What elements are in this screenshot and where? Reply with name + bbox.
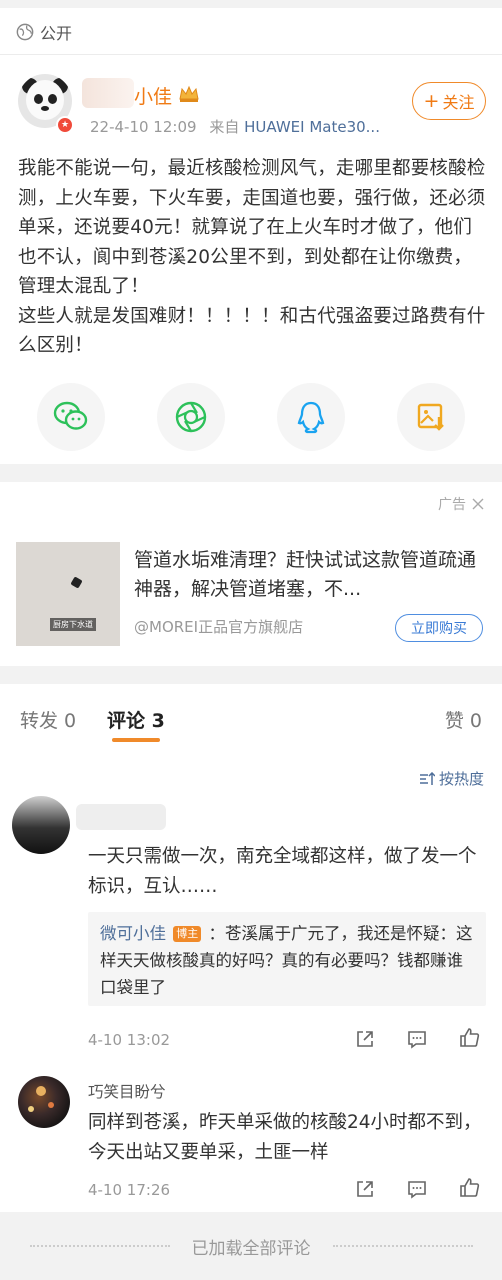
sort-icon [419,771,435,785]
author-reply[interactable]: 微可小佳 博主 ：苍溪属于广元了，我还是怀疑：这样天天做核酸真的好吗？真的有必要… [88,912,486,1006]
blogger-badge: 博主 [173,926,202,942]
ad-label: 广告 [438,497,466,513]
top-strip [0,0,502,8]
sort-label: 按热度 [438,770,484,788]
crown-icon [179,85,199,102]
comment-avatar[interactable] [18,1076,70,1128]
save-image-icon [417,403,444,431]
like-icon[interactable] [458,1026,480,1048]
post-time: 22-4-10 12:09 [90,118,197,136]
comment-text: 一天只需做一次，南充全域都这样，做了发一个标识，互认…… [88,846,477,897]
divider [0,54,502,55]
share-icon[interactable] [354,1028,376,1050]
buy-now-button[interactable]: 立即购买 [395,614,483,642]
comment-text: 同样到苍溪，昨天单采做的核酸24小时都不到，今天出站又要单采，土匪一样 [88,1112,482,1163]
visibility-label: 公开 [40,24,73,43]
visibility-row: 公开 [16,20,72,44]
ad-title[interactable]: 管道水垢难清理？赶快试试这款管道疏通神器，解决管道堵塞，不... [134,546,484,604]
tab-comments[interactable]: 评论 3 [107,706,165,733]
source-prefix: 来自 [209,118,240,136]
all-comments-loaded: 已加载全部评论 [191,1238,311,1259]
ad-card[interactable]: 广告 厨房下水道 管道水垢难清理？赶快试试这款管道疏通神器，解决管道堵塞，不..… [0,482,502,666]
ad-label-row: 广告 [438,494,484,514]
interaction-tabs: 转发 0 评论 3 赞 0 [0,684,502,748]
divider [332,1245,473,1247]
ad-thumbnail[interactable]: 厨房下水道 [16,542,120,646]
verified-badge-icon: ★ [56,116,74,134]
comment-icon[interactable] [406,1178,428,1200]
share-icon[interactable] [354,1178,376,1200]
sort-toggle[interactable]: 按热度 [419,768,484,789]
close-icon[interactable] [472,498,484,510]
comment-time: 4-10 13:02 [88,1031,171,1049]
author-name[interactable]: 小佳 [134,82,172,109]
divider [29,1245,170,1247]
follow-label: 关注 [442,93,475,112]
save-image-button[interactable] [397,383,465,451]
footer: 已加载全部评论 [0,1212,502,1280]
wechat-icon [53,401,88,430]
post-body: 我能不能说一句，最近核酸检测风气，走哪里都要核酸检测，上火车要，下火车要，走国道… [18,158,486,356]
active-tab-indicator [112,738,160,742]
post-meta: 22-4-10 12:09 来自 HUAWEI Mate30... [90,116,380,137]
comment-icon[interactable] [406,1028,428,1050]
comment-avatar[interactable] [12,796,70,854]
comment-time: 4-10 17:26 [88,1181,171,1199]
comments-section: 转发 0 评论 3 赞 0 按热度 一天只需做一次，南充全域都这样，做了发一个标… [0,684,502,1212]
share-moments-button[interactable] [157,383,225,451]
plus-icon: + [423,89,440,112]
tab-repost[interactable]: 转发 0 [20,706,76,733]
moments-icon [175,401,207,433]
share-qq-button[interactable] [277,383,345,451]
commenter-name[interactable]: 巧笑目盼兮 [88,1080,166,1102]
reply-author-name[interactable]: 微可小佳 [100,924,166,943]
commenter-name-blur [76,804,166,830]
device-name[interactable]: HUAWEI Mate30... [244,118,380,136]
ad-thumb-caption: 厨房下水道 [50,618,96,631]
follow-button[interactable]: + 关注 [412,82,486,120]
globe-icon [16,23,34,41]
post-card: 公开 ★ 小佳 22-4-10 12:09 来自 HUAWEI Mate30..… [0,8,502,464]
like-icon[interactable] [458,1176,480,1198]
share-wechat-button[interactable] [37,383,105,451]
tab-likes[interactable]: 赞 0 [445,706,482,733]
qq-icon [297,401,325,434]
ad-source: @MOREI正品官方旗舰店 [134,618,304,636]
name-blur [82,78,134,108]
